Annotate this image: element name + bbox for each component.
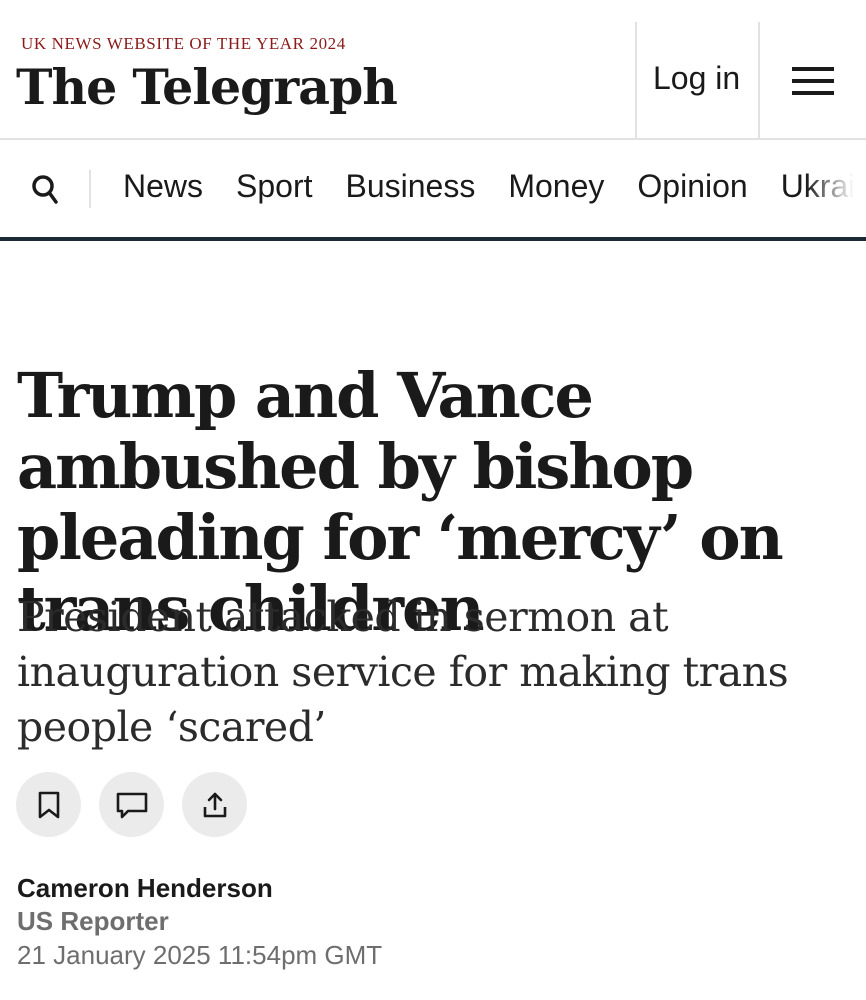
author-role: US Reporter bbox=[17, 906, 169, 936]
section-nav: News Sport Business Money Opinion Ukrain… bbox=[0, 140, 866, 241]
login-button[interactable]: Log in bbox=[653, 60, 740, 97]
nav-item-business[interactable]: Business bbox=[346, 168, 476, 205]
search-icon[interactable] bbox=[31, 172, 59, 206]
hamburger-menu-icon[interactable] bbox=[792, 64, 834, 98]
bookmark-icon bbox=[38, 791, 59, 818]
nav-divider bbox=[89, 170, 91, 208]
nav-item-ukraine[interactable]: Ukraine bbox=[781, 168, 866, 205]
publish-date: 21 January 2025 11:54pm GMT bbox=[17, 940, 383, 970]
brand-name: The Telegraph bbox=[16, 58, 398, 116]
header-divider bbox=[635, 22, 637, 140]
article-byline: Cameron Henderson US Reporter 21 January… bbox=[17, 872, 382, 972]
nav-item-sport[interactable]: Sport bbox=[236, 168, 312, 205]
article-standfirst: President attacked in sermon at inaugura… bbox=[17, 593, 789, 751]
header-divider bbox=[758, 22, 760, 140]
article-actions bbox=[16, 772, 247, 837]
site-header: UK NEWS WEBSITE OF THE YEAR 2024 The Tel… bbox=[0, 0, 866, 140]
share-button[interactable] bbox=[182, 772, 247, 837]
bookmark-button[interactable] bbox=[16, 772, 81, 837]
share-icon bbox=[203, 792, 226, 817]
comment-icon bbox=[116, 792, 147, 818]
nav-item-opinion[interactable]: Opinion bbox=[637, 168, 747, 205]
nav-item-news[interactable]: News bbox=[123, 168, 203, 205]
site-tagline: UK NEWS WEBSITE OF THE YEAR 2024 bbox=[21, 34, 346, 53]
telegraph-logo[interactable]: The Telegraph bbox=[16, 58, 398, 116]
author-name[interactable]: Cameron Henderson bbox=[17, 872, 382, 904]
comments-button[interactable] bbox=[99, 772, 164, 837]
nav-item-money[interactable]: Money bbox=[508, 168, 604, 205]
nav-items: News Sport Business Money Opinion Ukrain… bbox=[123, 168, 866, 205]
